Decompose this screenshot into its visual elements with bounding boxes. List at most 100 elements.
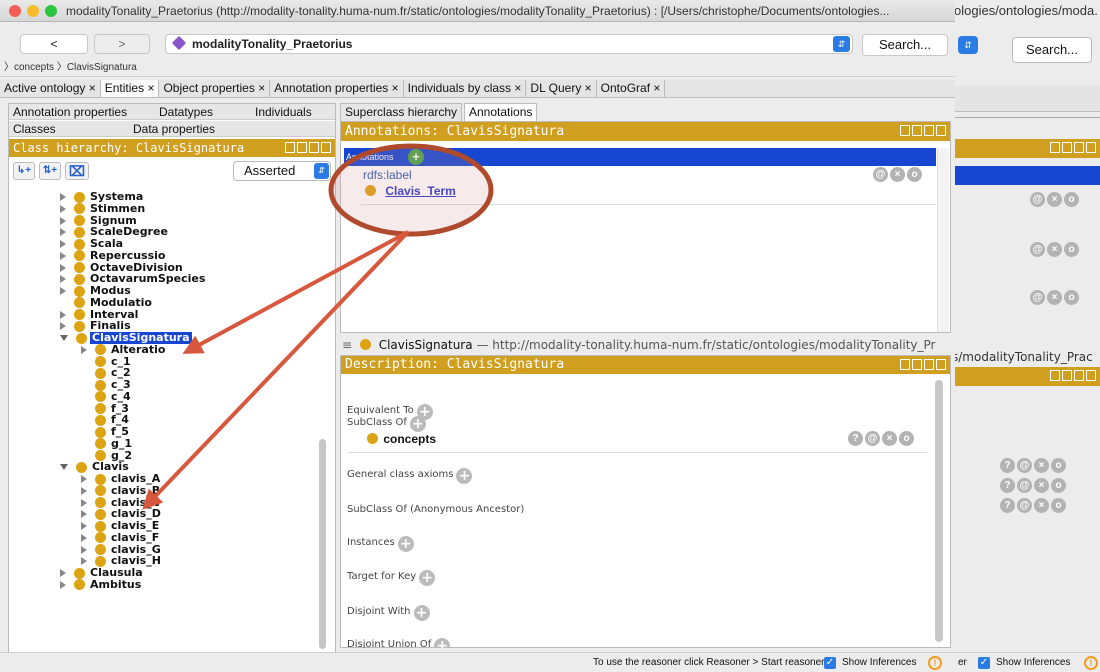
add-sibling-icon[interactable]: ⇅+	[39, 162, 61, 180]
tab-ontograf[interactable]: OntoGraf ×	[597, 80, 666, 97]
tab-individuals-by-class[interactable]: Individuals by class ×	[404, 80, 527, 97]
add-instance-icon[interactable]: +	[397, 536, 414, 552]
background-buttons-1[interactable]: @ × o	[1028, 191, 1079, 207]
superclass-concepts[interactable]: concepts	[367, 432, 436, 446]
view-buttons-icon[interactable]	[900, 125, 946, 136]
show-inferences-checkbox-2[interactable]: ✓	[978, 657, 990, 669]
tab-superclass-hierarchy[interactable]: Superclass hierarchy	[340, 103, 463, 122]
chevron-right-icon[interactable]	[81, 522, 87, 530]
tree-item[interactable]: Modulatio	[60, 297, 154, 309]
add-disjoint-union-icon[interactable]: +	[434, 638, 451, 648]
chevron-right-icon[interactable]	[81, 533, 87, 542]
warning-icon-2[interactable]: !	[1084, 656, 1098, 670]
add-superclass-icon[interactable]: +	[409, 416, 426, 432]
chevron-down-icon[interactable]	[60, 464, 68, 471]
tab-data-properties[interactable]: Data properties	[133, 121, 215, 137]
tree-item[interactable]: clavis_F	[81, 532, 161, 544]
hamburger-icon[interactable]: ≡	[342, 338, 352, 352]
chevron-right-icon[interactable]	[81, 510, 87, 519]
annotation-value[interactable]: Clavis_Term	[365, 184, 456, 198]
view-buttons-icon[interactable]	[285, 142, 331, 153]
zoom-window-button[interactable]	[45, 5, 57, 17]
tab-dl-query[interactable]: DL Query ×	[526, 80, 597, 97]
tab-active-ontology[interactable]: Active ontology ×	[0, 80, 101, 97]
background-buttons-6[interactable]: ? @ × o	[998, 497, 1066, 513]
tab-classes[interactable]: Classes	[13, 121, 56, 137]
chevron-right-icon[interactable]	[60, 193, 66, 201]
tab-entities[interactable]: Entities ×	[100, 80, 160, 97]
add-subclass-icon[interactable]: ↳+	[13, 162, 35, 180]
chevron-right-icon[interactable]	[60, 569, 66, 577]
tab-close-icon[interactable]: ×	[653, 81, 660, 95]
delete-button[interactable]: ×	[890, 167, 905, 182]
tree-item[interactable]: Ambitus	[60, 579, 143, 591]
annotations-scrollbar[interactable]	[937, 148, 949, 332]
annotate-button[interactable]: @	[873, 167, 888, 182]
breadcrumb-item-concepts[interactable]: concepts	[14, 62, 54, 73]
tree-item[interactable]: Alteratio	[81, 344, 167, 356]
asserted-select[interactable]: Asserted ⇵	[233, 161, 331, 181]
tab-close-icon[interactable]: ×	[514, 81, 521, 95]
background-buttons-4[interactable]: ? @ × o	[998, 457, 1066, 473]
chevron-right-icon[interactable]	[81, 345, 87, 354]
delete-button[interactable]: ×	[882, 431, 897, 446]
chevron-right-icon[interactable]	[60, 580, 66, 589]
breadcrumb-item-clavissignatura[interactable]: ClavisSignatura	[67, 62, 137, 73]
warning-icon[interactable]: !	[928, 656, 942, 670]
add-annotation-icon[interactable]: +	[408, 149, 424, 165]
chevron-right-icon[interactable]	[60, 310, 66, 319]
show-inferences-checkbox[interactable]: ✓	[824, 657, 836, 669]
tab-object-properties[interactable]: Object properties ×	[159, 80, 271, 97]
background-select-arrow[interactable]: ⇵	[958, 36, 978, 54]
tree-scrollbar[interactable]	[319, 439, 326, 649]
chevron-right-icon[interactable]	[81, 486, 87, 495]
tab-annotation-properties[interactable]: Annotation properties ×	[270, 80, 404, 97]
tab-annotations[interactable]: Annotations	[464, 103, 538, 122]
tab-close-icon[interactable]: ×	[392, 81, 399, 95]
forward-button[interactable]: >	[94, 34, 150, 54]
description-scrollbar[interactable]	[935, 380, 943, 642]
edit-button[interactable]: o	[907, 167, 922, 182]
chevron-right-icon[interactable]	[60, 263, 66, 272]
edit-button[interactable]: o	[899, 431, 914, 446]
background-buttons-2[interactable]: @ × o	[1028, 241, 1079, 257]
delete-class-icon[interactable]: ⌧	[65, 162, 89, 180]
view-buttons-icon[interactable]	[900, 359, 946, 370]
background-buttons-3[interactable]: @ × o	[1028, 289, 1079, 305]
tab-annotation-properties-left[interactable]: Annotation properties	[13, 104, 127, 120]
chevron-right-icon[interactable]	[81, 557, 87, 566]
chevron-right-icon[interactable]	[60, 322, 66, 331]
background-search-button[interactable]: Search...	[1012, 37, 1092, 63]
tree-item[interactable]: OctavarumSpecies	[60, 273, 207, 285]
chevron-down-icon[interactable]	[60, 335, 68, 341]
chevron-right-icon[interactable]	[60, 228, 66, 237]
tab-close-icon[interactable]: ×	[89, 81, 96, 95]
tab-close-icon[interactable]: ×	[147, 81, 154, 95]
ontology-selector[interactable]: modalityTonality_Praetorius ⇵	[165, 34, 853, 54]
tree-item[interactable]: g_1	[81, 438, 134, 450]
chevron-right-icon[interactable]	[60, 216, 66, 225]
tree-item[interactable]: c_4	[81, 391, 133, 403]
chevron-right-icon[interactable]	[81, 498, 87, 507]
annotate-button[interactable]: @	[865, 431, 880, 446]
chevron-right-icon[interactable]	[60, 275, 66, 284]
tab-close-icon[interactable]: ×	[258, 81, 265, 95]
add-disjoint-icon[interactable]: +	[413, 605, 430, 621]
chevron-right-icon[interactable]	[60, 251, 66, 260]
chevron-right-icon[interactable]	[81, 475, 87, 483]
chevron-updown-icon[interactable]: ⇵	[833, 36, 850, 52]
tab-datatypes[interactable]: Datatypes	[159, 104, 213, 120]
minimize-window-button[interactable]	[27, 5, 39, 17]
tab-individuals[interactable]: Individuals	[255, 104, 312, 120]
add-key-icon[interactable]: +	[419, 570, 436, 586]
add-axiom-icon[interactable]: +	[456, 468, 473, 484]
tree-item[interactable]: Stimmen	[60, 203, 147, 215]
close-window-button[interactable]	[9, 5, 21, 17]
explain-button[interactable]: ?	[848, 431, 863, 446]
chevron-right-icon[interactable]	[60, 204, 66, 213]
chevron-right-icon[interactable]	[60, 287, 66, 295]
chevron-right-icon[interactable]	[81, 545, 87, 554]
background-buttons-5[interactable]: ? @ × o	[998, 477, 1066, 493]
tree-item[interactable]: clavis_B	[81, 485, 162, 497]
chevron-right-icon[interactable]	[60, 240, 66, 248]
